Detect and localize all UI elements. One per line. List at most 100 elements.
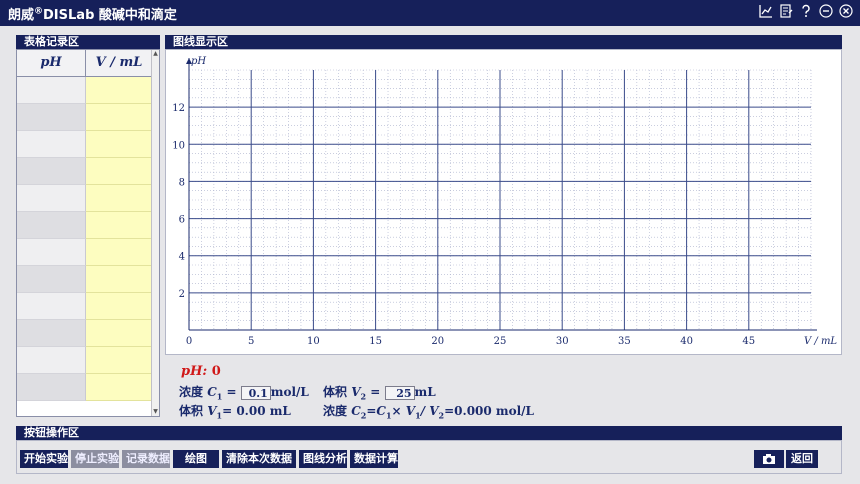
- clear-data-button[interactable]: 清除本次数据: [222, 450, 296, 468]
- volume-cell[interactable]: [86, 131, 152, 158]
- x-tick-label: 25: [494, 336, 507, 347]
- y-axis-label: pH: [191, 56, 206, 67]
- c1-input[interactable]: 0.1: [240, 385, 271, 400]
- ph-readout-value: 0: [211, 364, 221, 379]
- minimize-icon[interactable]: [818, 3, 834, 19]
- stop-experiment-button[interactable]: 停止实验: [71, 450, 119, 468]
- x-tick-label: 45: [742, 336, 755, 347]
- volume-cell[interactable]: [86, 212, 152, 239]
- ph-cell[interactable]: [17, 212, 86, 239]
- table-row: [17, 104, 159, 131]
- x-tick-label: 0: [186, 336, 192, 347]
- table-body: [17, 77, 159, 401]
- v1-symbol: V: [207, 404, 217, 418]
- volume-cell[interactable]: [86, 374, 152, 401]
- volume-cell[interactable]: [86, 266, 152, 293]
- camera-icon: [763, 454, 775, 464]
- volume-cell[interactable]: [86, 293, 152, 320]
- v2-subscript: 2: [360, 391, 367, 402]
- ph-cell[interactable]: [17, 131, 86, 158]
- ph-cell[interactable]: [17, 320, 86, 347]
- back-button[interactable]: 返回: [786, 450, 818, 468]
- document-icon[interactable]: [778, 3, 794, 19]
- v2-label: 体积: [323, 385, 348, 399]
- v1-label: 体积: [179, 404, 204, 418]
- button-panel-title: 按钮操作区: [16, 426, 842, 440]
- x-tick-label: 30: [556, 336, 569, 347]
- camera-button[interactable]: [754, 450, 784, 468]
- table-row: [17, 347, 159, 374]
- graph-analysis-button[interactable]: 图线分析: [299, 450, 347, 468]
- ph-volume-chart: 0 5 10 15 20 25 30 35 40 45 2 4 6 8 10 12 pH V / mL: [172, 56, 837, 347]
- volume-cell[interactable]: [86, 347, 152, 374]
- table-panel-title: 表格记录区: [16, 35, 160, 49]
- c2-formula-v1: × V: [391, 404, 416, 418]
- c1-readout: 浓度 C1 = 0.1 mol/L: [179, 383, 309, 401]
- x-tick-label: 35: [618, 336, 631, 347]
- ph-cell[interactable]: [17, 104, 86, 131]
- table-scrollbar[interactable]: ▲ ▼: [151, 50, 159, 416]
- table-row: [17, 77, 159, 104]
- column-header-volume: V / mL: [86, 50, 152, 76]
- c2-value: =0.000 mol/L: [444, 404, 534, 418]
- ph-cell[interactable]: [17, 239, 86, 266]
- ph-cell[interactable]: [17, 293, 86, 320]
- c1-subscript: 1: [216, 391, 223, 402]
- v2-input[interactable]: 25: [384, 385, 415, 400]
- y-tick-label: 10: [172, 140, 185, 151]
- plot-button[interactable]: 绘图: [173, 450, 219, 468]
- c1-unit: mol/L: [270, 385, 309, 399]
- data-table: pH V / mL ▲ ▼: [16, 49, 160, 417]
- scroll-up-icon[interactable]: ▲: [152, 50, 159, 58]
- ph-readout: pH: 0: [181, 364, 221, 379]
- volume-cell[interactable]: [86, 320, 152, 347]
- volume-cell[interactable]: [86, 239, 152, 266]
- ph-cell[interactable]: [17, 77, 86, 104]
- ph-cell[interactable]: [17, 347, 86, 374]
- record-data-button[interactable]: 记录数据: [122, 450, 170, 468]
- scroll-down-icon[interactable]: ▼: [152, 408, 159, 416]
- help-icon[interactable]: [798, 3, 814, 19]
- close-icon[interactable]: [838, 3, 854, 19]
- table-row: [17, 185, 159, 212]
- c1-label: 浓度: [179, 385, 204, 399]
- v1-value: = 0.00 mL: [222, 404, 291, 418]
- y-tick-label: 12: [172, 103, 185, 114]
- x-tick-label: 15: [369, 336, 382, 347]
- ph-cell[interactable]: [17, 158, 86, 185]
- volume-cell[interactable]: [86, 158, 152, 185]
- table-row: [17, 266, 159, 293]
- chart-icon[interactable]: [758, 3, 774, 19]
- table-row: [17, 320, 159, 347]
- ph-readout-label: pH:: [181, 364, 208, 379]
- ph-cell[interactable]: [17, 374, 86, 401]
- data-calculate-button[interactable]: 数据计算: [350, 450, 398, 468]
- x-tick-label: 10: [307, 336, 320, 347]
- volume-cell[interactable]: [86, 104, 152, 131]
- volume-cell[interactable]: [86, 77, 152, 104]
- ph-cell[interactable]: [17, 266, 86, 293]
- v2-unit: mL: [414, 385, 436, 399]
- column-header-ph: pH: [17, 50, 86, 76]
- ph-cell[interactable]: [17, 185, 86, 212]
- app-title: 朗威®DISLab 酸碱中和滴定: [8, 4, 177, 23]
- y-tick-label: 6: [179, 215, 185, 226]
- c2-label: 浓度: [323, 404, 348, 418]
- v2-readout: 体积 V2 = 25 mL: [323, 383, 436, 401]
- x-tick-label: 5: [248, 336, 254, 347]
- start-experiment-button[interactable]: 开始实验: [20, 450, 68, 468]
- x-tick-label: 40: [680, 336, 693, 347]
- app-title-prefix: 朗威: [8, 8, 35, 23]
- y-tick-label: 4: [179, 252, 185, 263]
- v2-symbol: V: [351, 385, 361, 399]
- table-row: [17, 374, 159, 401]
- app-title-suffix: DISLab 酸碱中和滴定: [43, 8, 177, 23]
- y-tick-label: 2: [179, 289, 185, 300]
- v2-equals: =: [370, 385, 381, 399]
- c2-readout: 浓度 C2=C1× V1/ V2=0.000 mol/L: [323, 402, 534, 420]
- v1-readout: 体积 V1= 0.00 mL: [179, 402, 291, 420]
- title-icons: [758, 3, 854, 19]
- graph-panel-title: 图线显示区: [165, 35, 842, 49]
- volume-cell[interactable]: [86, 185, 152, 212]
- button-panel: 开始实验 停止实验 记录数据 绘图 清除本次数据 图线分析 数据计算 返回: [16, 440, 842, 474]
